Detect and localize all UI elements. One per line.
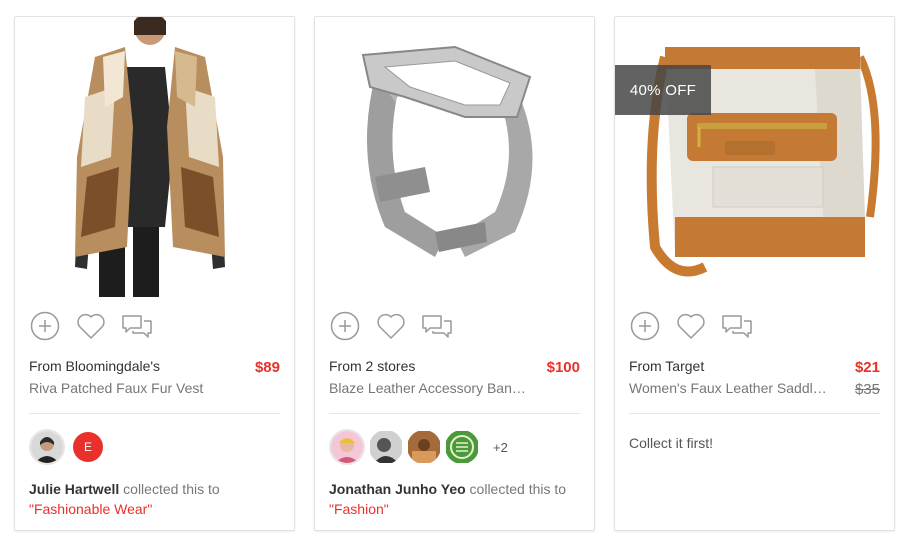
heart-icon <box>77 313 105 339</box>
add-collection-button[interactable] <box>329 310 361 342</box>
divider <box>629 413 880 414</box>
add-collection-button[interactable] <box>29 310 61 342</box>
product-card[interactable]: 40% OFF From Target $21 Women's Faux Lea… <box>614 16 895 531</box>
collection-link[interactable]: "Fashion" <box>329 499 584 519</box>
collector-name[interactable]: Julie Hartwell <box>29 481 119 497</box>
card-actions <box>329 309 453 343</box>
add-collection-button[interactable] <box>629 310 661 342</box>
avatar[interactable] <box>407 430 441 464</box>
plus-circle-icon <box>330 311 360 341</box>
comments-icon <box>122 315 152 338</box>
comment-button[interactable] <box>121 310 153 342</box>
collector-avatars: +2 <box>329 429 508 465</box>
card-actions <box>629 309 753 343</box>
plus-circle-icon <box>630 311 660 341</box>
like-button[interactable] <box>75 310 107 342</box>
avatar[interactable] <box>329 429 365 465</box>
product-card[interactable]: From Bloomingdale's $89 Riva Patched Fau… <box>14 16 295 531</box>
divider <box>29 413 280 414</box>
price: $89 <box>254 359 280 376</box>
discount-badge: 40% OFF <box>615 65 711 115</box>
product-name[interactable]: Riva Patched Faux Fur Vest <box>29 380 229 396</box>
collected-text: collected this to <box>469 481 567 497</box>
product-image[interactable] <box>15 17 294 309</box>
divider <box>329 413 580 414</box>
original-price: $35 <box>854 381 880 398</box>
product-image[interactable] <box>615 17 894 309</box>
like-button[interactable] <box>675 310 707 342</box>
collection-link[interactable]: "Fashionable Wear" <box>29 499 284 519</box>
product-image[interactable] <box>315 17 594 309</box>
collector-avatars: E <box>29 429 103 465</box>
product-name[interactable]: Blaze Leather Accessory Band... <box>329 380 529 396</box>
price: $100 <box>546 359 580 376</box>
store-label: From 2 stores <box>329 358 416 374</box>
store-label: From Bloomingdale's <box>29 358 161 374</box>
comments-icon <box>722 315 752 338</box>
comments-icon <box>422 315 452 338</box>
avatar[interactable]: E <box>73 432 103 462</box>
heart-icon <box>677 313 705 339</box>
collected-info: Julie Hartwell collected this to "Fashio… <box>29 479 284 519</box>
avatar[interactable] <box>29 429 65 465</box>
product-name[interactable]: Women's Faux Leather Saddle... <box>629 380 829 396</box>
more-collectors-count[interactable]: +2 <box>493 440 508 455</box>
price: $21 <box>854 359 880 376</box>
product-card[interactable]: From 2 stores $100 Blaze Leather Accesso… <box>314 16 595 531</box>
comment-button[interactable] <box>721 310 753 342</box>
collect-first-text: Collect it first! <box>629 435 714 451</box>
like-button[interactable] <box>375 310 407 342</box>
collected-text: collected this to <box>123 481 220 497</box>
heart-icon <box>377 313 405 339</box>
collected-info: Jonathan Junho Yeo collected this to "Fa… <box>329 479 584 519</box>
comment-button[interactable] <box>421 310 453 342</box>
plus-circle-icon <box>30 311 60 341</box>
collector-name[interactable]: Jonathan Junho Yeo <box>329 481 466 497</box>
avatar[interactable] <box>445 430 479 464</box>
avatar[interactable] <box>369 430 403 464</box>
card-actions <box>29 309 153 343</box>
store-label: From Target <box>629 358 705 374</box>
